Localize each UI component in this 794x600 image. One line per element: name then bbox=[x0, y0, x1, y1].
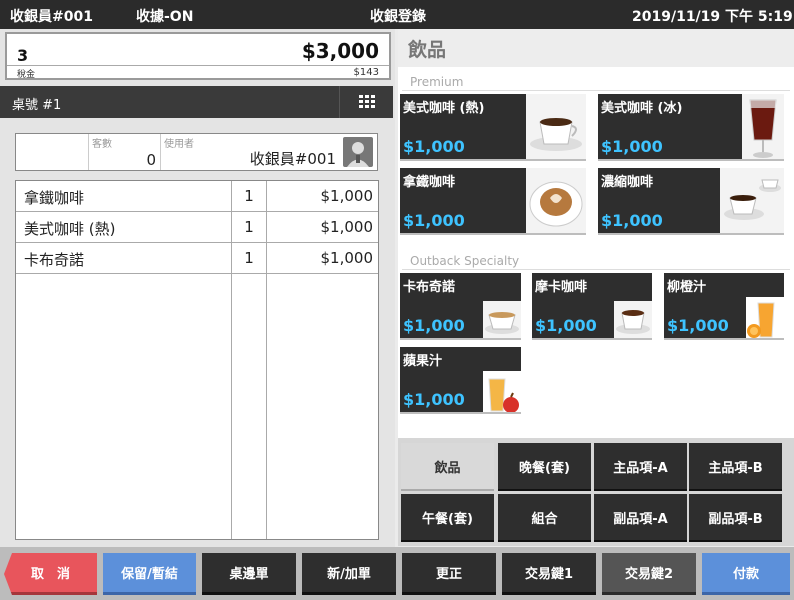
section-label-outback: Outback Specialty bbox=[410, 254, 520, 268]
apple-juice-icon bbox=[483, 371, 521, 412]
category-title: 飲品 bbox=[408, 39, 447, 61]
orange-juice-icon bbox=[746, 297, 784, 338]
transaction-key-1-button[interactable]: 交易鍵1 bbox=[502, 553, 596, 595]
product-name: 柳橙汁 bbox=[667, 280, 707, 295]
section-divider bbox=[402, 269, 790, 270]
product-tile[interactable]: 摩卡咖啡 $1,000 bbox=[532, 273, 652, 340]
category-tab-drinks[interactable]: 飲品 bbox=[401, 443, 494, 491]
order-item-name: 拿鐵咖啡 bbox=[24, 189, 85, 207]
product-tile[interactable]: 美式咖啡 (冰) $1,000 bbox=[598, 94, 784, 161]
category-tab-side-b[interactable]: 副品項-B bbox=[689, 494, 782, 542]
order-item-price: $1,000 bbox=[320, 249, 374, 267]
product-name: 美式咖啡 (熱) bbox=[403, 101, 485, 116]
pay-button[interactable]: 付款 bbox=[702, 553, 790, 595]
product-price: $1,000 bbox=[403, 390, 465, 409]
category-tab-combo[interactable]: 組合 bbox=[498, 494, 591, 542]
bottom-action-bar: 取 消 保留/暫結 桌邊單 新/加單 更正 交易鍵1 交易鍵2 付款 bbox=[0, 547, 794, 600]
product-price: $1,000 bbox=[403, 211, 465, 230]
totals-box: 3 $3,000 稅金 $143 bbox=[5, 32, 391, 80]
product-name: 美式咖啡 (冰) bbox=[601, 101, 683, 116]
product-tile[interactable]: 蘋果汁 $1,000 bbox=[400, 347, 521, 414]
grid-icon bbox=[358, 95, 375, 108]
new-add-order-button[interactable]: 新/加單 bbox=[302, 553, 396, 595]
order-list: 拿鐵咖啡 1 $1,000 美式咖啡 (熱) 1 $1,000 卡布奇諾 1 $… bbox=[15, 180, 379, 540]
order-item-qty: 1 bbox=[244, 249, 254, 267]
receipt-status: 收據-ON bbox=[136, 9, 194, 25]
order-item-name: 卡布奇諾 bbox=[24, 251, 85, 269]
product-name: 拿鐵咖啡 bbox=[403, 175, 456, 190]
product-price: $1,000 bbox=[601, 211, 663, 230]
tax-value: $143 bbox=[353, 67, 379, 78]
cashier-label: 收銀員#001 bbox=[10, 9, 93, 25]
list-item[interactable]: 卡布奇諾 1 $1,000 bbox=[16, 243, 378, 274]
table-bar: 桌號 #1 bbox=[0, 86, 393, 118]
product-name: 濃縮咖啡 bbox=[601, 175, 654, 190]
product-name: 蘋果汁 bbox=[403, 354, 443, 369]
product-tile[interactable]: 柳橙汁 $1,000 bbox=[664, 273, 784, 340]
totals-divider bbox=[7, 65, 389, 66]
user-hint: 使用者 bbox=[164, 139, 194, 150]
table-order-button[interactable]: 桌邊單 bbox=[202, 553, 296, 595]
customer-box: 客數 0 使用者 收銀員#001 bbox=[15, 133, 378, 171]
category-tab-dinner-set[interactable]: 晚餐(套) bbox=[498, 443, 591, 491]
table-grid-button[interactable] bbox=[339, 86, 393, 118]
order-item-qty: 1 bbox=[244, 187, 254, 205]
transaction-key-2-button[interactable]: 交易鍵2 bbox=[602, 553, 696, 595]
category-tab-main-b[interactable]: 主品項-B bbox=[689, 443, 782, 491]
iced-coffee-icon bbox=[742, 94, 784, 159]
product-price: $1,000 bbox=[667, 316, 729, 335]
list-item[interactable]: 拿鐵咖啡 1 $1,000 bbox=[16, 181, 378, 212]
product-price: $1,000 bbox=[601, 137, 663, 156]
order-item-qty: 1 bbox=[244, 218, 254, 236]
guest-count-hint: 客數 bbox=[92, 139, 112, 150]
product-tile[interactable]: 拿鐵咖啡 $1,000 bbox=[400, 168, 586, 235]
product-panel: 飲品 Premium 美式咖啡 (熱) $1,000 美式咖啡 (冰) $1,0… bbox=[398, 29, 794, 438]
total-amount: $3,000 bbox=[301, 39, 379, 63]
product-tile[interactable]: 濃縮咖啡 $1,000 bbox=[598, 168, 784, 235]
category-grid: 飲品 晚餐(套) 主品項-A 主品項-B 午餐(套) 組合 副品項-A 副品項-… bbox=[398, 438, 794, 546]
cappuccino-icon bbox=[483, 301, 521, 338]
order-item-name: 美式咖啡 (熱) bbox=[24, 220, 116, 238]
list-item[interactable]: 美式咖啡 (熱) 1 $1,000 bbox=[16, 212, 378, 243]
user-field[interactable]: 使用者 收銀員#001 bbox=[160, 134, 340, 170]
top-status-bar: 收銀員#001 收據-ON 收銀登錄 2019/11/19 下午 5:19 bbox=[0, 0, 794, 29]
hold-button[interactable]: 保留/暫結 bbox=[103, 553, 196, 595]
section-divider bbox=[402, 90, 790, 91]
espresso-icon bbox=[720, 168, 784, 233]
correct-button[interactable]: 更正 bbox=[402, 553, 496, 595]
category-tab-main-a[interactable]: 主品項-A bbox=[594, 443, 687, 491]
product-price: $1,000 bbox=[535, 316, 597, 335]
latte-icon bbox=[526, 168, 586, 233]
order-item-price: $1,000 bbox=[320, 218, 374, 236]
pos-screen: 收銀員#001 收據-ON 收銀登錄 2019/11/19 下午 5:19 3 … bbox=[0, 0, 794, 600]
guest-count-field[interactable]: 客數 0 bbox=[88, 134, 160, 170]
product-name: 摩卡咖啡 bbox=[535, 280, 588, 295]
tax-label: 稅金 bbox=[17, 70, 36, 80]
person-icon[interactable] bbox=[343, 137, 373, 167]
hot-coffee-icon bbox=[526, 94, 586, 159]
guest-count-value: 0 bbox=[146, 151, 156, 169]
user-value: 收銀員#001 bbox=[249, 150, 336, 168]
product-tile[interactable]: 美式咖啡 (熱) $1,000 bbox=[400, 94, 586, 161]
section-label-premium: Premium bbox=[410, 75, 464, 89]
category-header: 飲品 bbox=[398, 29, 794, 67]
product-price: $1,000 bbox=[403, 137, 465, 156]
product-price: $1,000 bbox=[403, 316, 465, 335]
category-tab-side-a[interactable]: 副品項-A bbox=[594, 494, 687, 542]
order-item-price: $1,000 bbox=[320, 187, 374, 205]
total-quantity: 3 bbox=[17, 46, 29, 65]
product-name: 卡布奇諾 bbox=[403, 280, 456, 295]
cancel-button[interactable]: 取 消 bbox=[4, 553, 97, 595]
datetime: 2019/11/19 下午 5:19 bbox=[632, 9, 793, 25]
mocha-icon bbox=[614, 301, 652, 338]
product-tile[interactable]: 卡布奇諾 $1,000 bbox=[400, 273, 521, 340]
screen-title: 收銀登錄 bbox=[370, 9, 426, 25]
category-tab-lunch-set[interactable]: 午餐(套) bbox=[401, 494, 494, 542]
table-number: 桌號 #1 bbox=[12, 98, 62, 113]
order-panel: 3 $3,000 稅金 $143 桌號 #1 客數 0 使用者 收銀員#001 … bbox=[0, 29, 395, 547]
